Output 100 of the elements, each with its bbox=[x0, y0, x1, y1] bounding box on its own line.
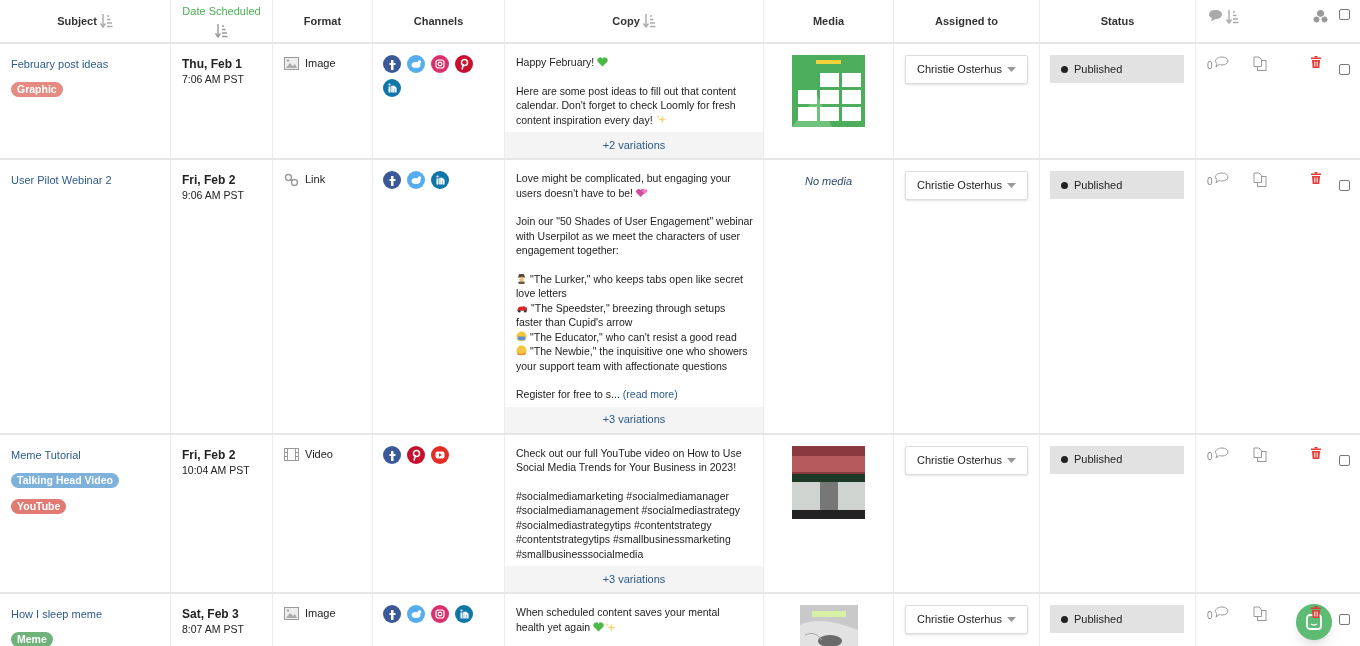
sort-icon[interactable] bbox=[215, 22, 228, 39]
tag: Meme bbox=[11, 632, 53, 646]
read-more-link[interactable]: (read more) bbox=[622, 388, 678, 400]
comment-icon[interactable] bbox=[1213, 446, 1229, 460]
checkbox[interactable] bbox=[1339, 64, 1350, 75]
date-text: Thu, Feb 1 bbox=[182, 56, 243, 72]
comment-count: 0 bbox=[1207, 449, 1213, 464]
checkbox[interactable] bbox=[1339, 180, 1350, 191]
column-header: Status bbox=[1100, 13, 1135, 29]
comment-count: 0 bbox=[1207, 609, 1213, 623]
checkbox[interactable] bbox=[1339, 9, 1350, 20]
link-icon bbox=[284, 173, 299, 187]
post-copy-paragraph: Here are some post ideas to fill out that content calendar. Don't forget to check Loomly for fresh content inspiration every day! bbox=[516, 83, 738, 127]
status-dot-icon bbox=[1061, 181, 1068, 189]
column-header: Assigned to bbox=[935, 13, 998, 29]
sort-icon[interactable] bbox=[642, 13, 656, 29]
instagram-icon bbox=[431, 55, 449, 73]
column-header[interactable]: Subject bbox=[57, 12, 97, 30]
facebook-icon bbox=[383, 445, 401, 464]
sort-icon[interactable] bbox=[99, 13, 113, 29]
format-label: Video bbox=[305, 446, 333, 461]
status-badge[interactable]: Published bbox=[1050, 171, 1184, 199]
post-title-link[interactable]: User Pilot Webinar 2 bbox=[11, 173, 112, 187]
post-title-link[interactable]: Meme Tutorial bbox=[11, 447, 81, 462]
copy-icon[interactable] bbox=[1252, 172, 1267, 187]
comment-count: 0 bbox=[1207, 175, 1213, 189]
no-media-text: No media bbox=[804, 174, 853, 189]
variations-link[interactable]: +3 variations bbox=[602, 411, 666, 428]
post-title-link[interactable]: How I sleep meme bbox=[11, 607, 103, 621]
column-header: Media bbox=[812, 13, 845, 29]
status-dot-icon bbox=[1061, 615, 1068, 623]
cluster-icon[interactable] bbox=[1312, 9, 1329, 24]
linkedin-icon bbox=[455, 605, 473, 623]
assignee-dropdown[interactable]: Christie Osterhus bbox=[905, 445, 1028, 475]
time-text: 8:07 AM PST bbox=[182, 622, 245, 636]
caret-icon bbox=[1007, 457, 1016, 463]
twitter-icon bbox=[407, 171, 425, 189]
format-label: Image bbox=[305, 606, 336, 620]
format-label: Image bbox=[305, 56, 336, 70]
post-copy-paragraph: Love might be complicated, but engaging your users doesn't have to be! bbox=[516, 171, 732, 200]
comment-icon[interactable] bbox=[1213, 172, 1229, 185]
post-title-link[interactable]: February post ideas bbox=[11, 57, 109, 71]
post-copy-paragraph: Register for free to s... (read more) bbox=[516, 387, 679, 402]
trash-icon[interactable] bbox=[1311, 56, 1321, 68]
variations-link[interactable]: +3 variations bbox=[602, 570, 666, 588]
status-dot-icon bbox=[1061, 456, 1068, 463]
car-icon bbox=[516, 303, 528, 313]
format-label: Link bbox=[305, 172, 326, 186]
checkbox[interactable] bbox=[1339, 454, 1350, 466]
date-text: Sat, Feb 3 bbox=[182, 606, 240, 622]
comment-icon[interactable] bbox=[1213, 606, 1229, 619]
heart-icon bbox=[593, 621, 605, 632]
image-icon bbox=[284, 607, 299, 620]
hearts-icon bbox=[636, 187, 648, 198]
chat-button[interactable] bbox=[1296, 604, 1332, 640]
facebook-icon bbox=[383, 171, 401, 189]
pinterest-icon bbox=[407, 445, 425, 464]
pinterest-icon bbox=[455, 55, 473, 73]
time-text: 9:06 AM PST bbox=[182, 188, 245, 202]
caret-icon bbox=[1007, 617, 1016, 622]
status-badge[interactable]: Published bbox=[1050, 605, 1184, 633]
instagram-icon bbox=[431, 605, 449, 623]
assignee-dropdown[interactable]: Christie Osterhus bbox=[905, 55, 1028, 84]
twitter-icon bbox=[407, 55, 425, 73]
variations-link[interactable]: +2 variations bbox=[602, 136, 666, 154]
post-copy-paragraph: "The Lurker," who keeps tabs open like secret love letters "The Speedster," breezing through setups faster than Cupid's arrow "The Educator," who can't resist a good read "The Newbie," the inquisitive one who showers your support team with affectionate questions bbox=[516, 271, 749, 373]
heart-icon bbox=[597, 57, 609, 67]
time-text: 7:06 AM PST bbox=[182, 72, 245, 86]
film-icon bbox=[284, 447, 299, 461]
caret-icon bbox=[1007, 67, 1016, 72]
comment-count: 0 bbox=[1207, 59, 1213, 73]
date-text: Fri, Feb 2 bbox=[182, 446, 237, 463]
copy-icon[interactable] bbox=[1252, 56, 1267, 71]
tag: Graphic bbox=[11, 82, 63, 97]
linkedin-icon bbox=[431, 171, 449, 189]
copy-icon[interactable] bbox=[1252, 606, 1267, 621]
image-icon bbox=[284, 57, 299, 70]
trash-icon[interactable] bbox=[1311, 172, 1321, 184]
column-header[interactable]: Copy bbox=[612, 12, 640, 30]
post-copy-paragraph: Happy February! bbox=[516, 55, 752, 70]
time-text: 10:04 AM PST bbox=[182, 462, 251, 477]
status-badge[interactable]: Published bbox=[1050, 445, 1184, 474]
trash-icon[interactable] bbox=[1311, 446, 1321, 459]
twitter-icon bbox=[407, 605, 425, 623]
post-copy-paragraph: Check out our full YouTube video on How to Use Social Media Trends for Your Business in 2023! bbox=[516, 445, 743, 475]
facebook-icon bbox=[383, 55, 401, 73]
assignee-dropdown[interactable]: Christie Osterhus bbox=[905, 171, 1028, 200]
status-badge[interactable]: Published bbox=[1050, 55, 1184, 83]
assignee-dropdown[interactable]: Christie Osterhus bbox=[905, 605, 1028, 634]
checkbox[interactable] bbox=[1339, 614, 1350, 625]
facebook-icon bbox=[383, 605, 401, 623]
status-dot-icon bbox=[1061, 65, 1068, 73]
comment-icon[interactable] bbox=[1213, 56, 1229, 69]
copy-icon[interactable] bbox=[1252, 446, 1267, 462]
post-copy-paragraph: Join our "50 Shades of User Engagement" webinar with Userpilot as we meet the characters of user engagement together: bbox=[516, 214, 752, 258]
caret-icon bbox=[1007, 183, 1016, 188]
date-text: Fri, Feb 2 bbox=[182, 172, 237, 188]
sort-icon[interactable] bbox=[1226, 9, 1239, 25]
column-header: Channels bbox=[413, 13, 464, 29]
detective-icon bbox=[516, 272, 527, 284]
